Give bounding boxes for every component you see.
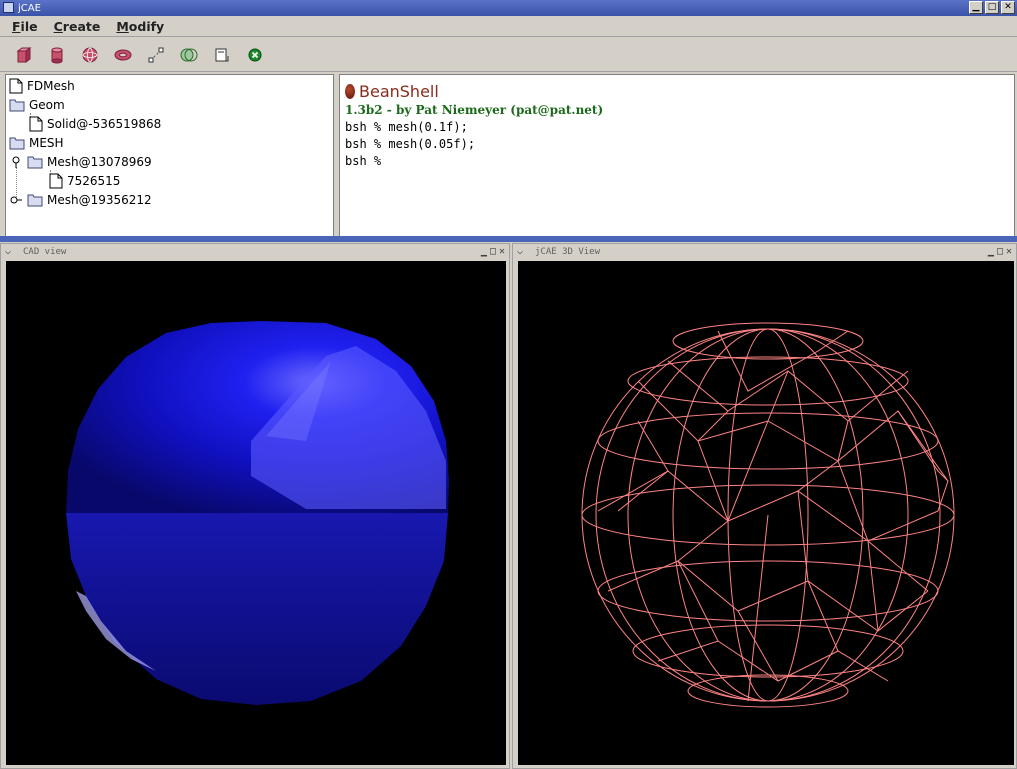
- maximize-icon[interactable]: □: [490, 246, 496, 257]
- folder-icon: [27, 193, 43, 207]
- close-green-icon[interactable]: [243, 43, 267, 67]
- shaded-sphere: [66, 321, 449, 705]
- tree-item-solid[interactable]: Solid@-536519868: [29, 115, 161, 133]
- minimize-button[interactable]: ▁: [969, 1, 983, 14]
- minimize-icon[interactable]: ▁: [481, 246, 487, 257]
- folder-icon: [27, 155, 43, 169]
- console-prompt[interactable]: bsh %: [345, 153, 1009, 170]
- expanded-handle-icon[interactable]: [9, 155, 23, 169]
- tree-item-fdmesh[interactable]: FDMesh: [9, 77, 75, 95]
- folder-icon: [9, 136, 25, 150]
- maximize-icon[interactable]: □: [997, 246, 1003, 257]
- tree-item-geom[interactable]: Geom: [9, 96, 65, 114]
- window-title: jCAE: [18, 2, 41, 14]
- folder-icon: [9, 98, 25, 112]
- menu-modify[interactable]: Modify: [110, 17, 170, 36]
- upper-split-pane: FDMesh Geom Solid@-536519868 MESH Mesh@1…: [0, 72, 1017, 242]
- app-logo-icon: [3, 2, 14, 13]
- bean-icon: [345, 83, 355, 99]
- split-divider[interactable]: [0, 236, 1017, 242]
- console-line: bsh % mesh(0.1f);: [345, 120, 468, 134]
- tree-item-mesh-root[interactable]: MESH: [9, 134, 64, 152]
- maximize-button[interactable]: □: [985, 1, 999, 14]
- export-icon[interactable]: [210, 43, 234, 67]
- tree-label: Solid@-536519868: [47, 117, 162, 131]
- tree-label: Mesh@13078969: [47, 155, 152, 169]
- menu-create[interactable]: Create: [48, 17, 107, 36]
- close-icon[interactable]: ✕: [1006, 246, 1012, 257]
- jcae-3d-view-frame: ⌵ jCAE 3D View ▁ □ ✕: [512, 243, 1017, 769]
- file-icon: [49, 173, 63, 189]
- toolbar: [0, 38, 1017, 72]
- boolean-icon[interactable]: [177, 43, 201, 67]
- tree-label: Mesh@19356212: [47, 193, 152, 207]
- cad-view-title: CAD view: [23, 247, 67, 257]
- close-button[interactable]: ✕: [1001, 1, 1015, 14]
- console-subtitle: 1.3b2 - by Pat Niemeyer (pat@pat.net): [345, 103, 604, 117]
- jcae-3d-view-title: jCAE 3D View: [535, 247, 601, 257]
- beanshell-header: BeanShell: [345, 81, 1009, 101]
- chevron-down-icon[interactable]: ⌵: [517, 246, 523, 257]
- tree-label: 7526515: [67, 174, 121, 188]
- wireframe-sphere: [581, 322, 955, 708]
- console-title: BeanShell: [359, 81, 439, 101]
- tree-label: MESH: [29, 136, 64, 150]
- box-icon[interactable]: [12, 43, 36, 67]
- cad-view-titlebar[interactable]: ⌵ CAD view ▁ □ ✕: [1, 244, 509, 260]
- tree-item-mesh-13078969[interactable]: Mesh@13078969: [9, 153, 152, 171]
- jcae-3d-view-titlebar[interactable]: ⌵ jCAE 3D View ▁ □ ✕: [513, 244, 1016, 260]
- project-tree[interactable]: FDMesh Geom Solid@-536519868 MESH Mesh@1…: [5, 74, 334, 238]
- collapsed-handle-icon[interactable]: [9, 193, 23, 207]
- tree-item-7526515[interactable]: 7526515: [49, 172, 120, 190]
- torus-icon[interactable]: [111, 43, 135, 67]
- tree-label: Geom: [29, 98, 65, 112]
- chevron-down-icon[interactable]: ⌵: [5, 246, 11, 257]
- sphere-icon[interactable]: [78, 43, 102, 67]
- console-line: bsh % mesh(0.05f);: [345, 137, 476, 151]
- file-icon: [9, 78, 23, 94]
- wireframe-canvas[interactable]: [518, 261, 1014, 765]
- minimize-icon[interactable]: ▁: [988, 246, 994, 257]
- cylinder-icon[interactable]: [45, 43, 69, 67]
- cad-view-frame: ⌵ CAD view ▁ □ ✕: [0, 243, 510, 769]
- cad-canvas[interactable]: [6, 261, 506, 765]
- tree-label: FDMesh: [27, 79, 75, 93]
- beanshell-console[interactable]: BeanShell 1.3b2 - by Pat Niemeyer (pat@p…: [339, 74, 1015, 238]
- menu-file[interactable]: File: [6, 17, 44, 36]
- file-icon: [29, 116, 43, 132]
- close-icon[interactable]: ✕: [499, 246, 505, 257]
- window-titlebar: jCAE ▁ □ ✕: [0, 0, 1017, 16]
- menu-bar: File Create Modify: [0, 16, 1017, 37]
- tree-item-mesh-19356212[interactable]: Mesh@19356212: [9, 191, 152, 209]
- points-icon[interactable]: [144, 43, 168, 67]
